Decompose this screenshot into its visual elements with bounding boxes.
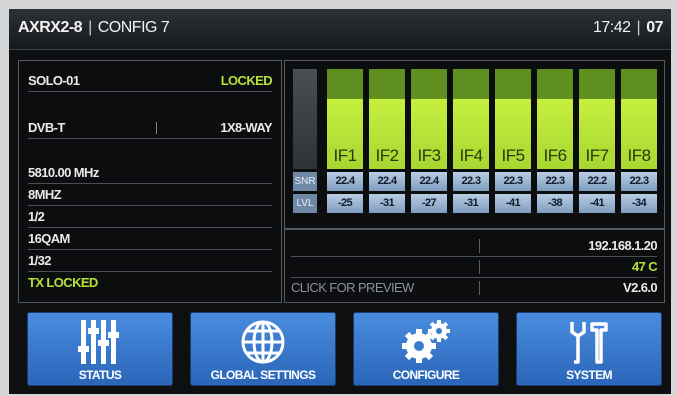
if-meter: IF4 — [453, 69, 489, 169]
header-separator: | — [88, 19, 92, 36]
device-name: AXRX2-8 — [18, 19, 83, 36]
empty-meter — [293, 69, 317, 169]
snr-value: 22.4 — [369, 172, 405, 191]
info-row-guard: 1/32 — [28, 251, 272, 272]
info-row-frequency: 5810.00 MHz — [28, 163, 272, 184]
snr-value: 22.3 — [453, 172, 489, 191]
lvl-value: -38 — [537, 194, 573, 213]
lvl-value: -34 — [621, 194, 657, 213]
device-screen: AXRX2-8 | CONFIG 7 17:42 | 07 SOLO-01 LOCKED… — [9, 9, 671, 394]
divider — [479, 281, 480, 295]
bottom-button-bar: STATUS GLOBAL SETTINGS CONFIGURE SYSTEM — [9, 304, 671, 394]
if-label: IF1 — [333, 146, 357, 165]
bandwidth: 8MHZ — [28, 187, 62, 202]
frequency: 5810.00 MHz — [28, 165, 99, 180]
divider — [479, 260, 480, 274]
if-meter: IF5 — [495, 69, 531, 169]
header-right: 17:42 | 07 — [593, 19, 663, 37]
lvl-row-label: LVL — [293, 194, 317, 213]
lock-status: LOCKED — [220, 73, 273, 88]
info-row-bandwidth: 8MHZ — [28, 185, 272, 206]
tx-status: TX LOCKED — [28, 275, 98, 290]
status-button[interactable]: STATUS — [27, 312, 173, 386]
snr-value: 22.3 — [537, 172, 573, 191]
status-row-ip: 192.168.1.20 — [291, 236, 658, 257]
lvl-value: -31 — [453, 194, 489, 213]
if-meter: IF6 — [537, 69, 573, 169]
globe-icon — [241, 320, 285, 364]
receiver-info-panel: SOLO-01 LOCKED DVB-T 1X8-WAY 5810.00 MHz… — [18, 60, 282, 303]
info-row-tx: TX LOCKED — [28, 273, 272, 293]
if-label: IF5 — [501, 146, 525, 165]
firmware-version: V2.6.0 — [623, 280, 658, 295]
button-label: GLOBAL SETTINGS — [210, 368, 316, 382]
lvl-value: -41 — [495, 194, 531, 213]
if-meter: IF7 — [579, 69, 615, 169]
channel-number: 07 — [646, 19, 663, 36]
header-separator: | — [636, 19, 641, 36]
lvl-value: -41 — [579, 194, 615, 213]
system-button[interactable]: SYSTEM — [516, 312, 662, 386]
snr-value: 22.4 — [411, 172, 447, 191]
mode: 1X8-WAY — [220, 120, 272, 135]
divider — [479, 239, 480, 253]
button-label: STATUS — [78, 368, 122, 382]
snr-row-label: SNR — [293, 172, 317, 191]
if-label: IF8 — [627, 146, 651, 165]
status-row-preview[interactable]: CLICK FOR PREVIEW V2.6.0 — [291, 278, 658, 298]
gears-icon — [402, 320, 450, 363]
lvl-value: -25 — [327, 194, 363, 213]
button-label: CONFIGURE — [392, 368, 460, 382]
if-meter: IF8 — [621, 69, 657, 169]
info-row-modulation: 16QAM — [28, 229, 272, 250]
snr-value: 22.3 — [495, 172, 531, 191]
lvl-value: -27 — [411, 194, 447, 213]
configure-button[interactable]: CONFIGURE — [353, 312, 499, 386]
modulation: 16QAM — [28, 231, 70, 246]
snr-value: 22.4 — [327, 172, 363, 191]
code-rate: 1/2 — [28, 209, 45, 224]
clock: 17:42 — [593, 19, 631, 36]
signal-panel: SNR LVL IF1 22.4 -25 IF2 22.4 -31 IF3 22.4 -27 IF… — [284, 60, 665, 229]
if-meter: IF3 — [411, 69, 447, 169]
snr-value: 22.2 — [579, 172, 615, 191]
preview-link[interactable]: CLICK FOR PREVIEW — [291, 280, 414, 295]
receiver-name: SOLO-01 — [28, 73, 80, 88]
header-left: AXRX2-8 | CONFIG 7 — [18, 19, 170, 37]
global-settings-button[interactable]: GLOBAL SETTINGS — [190, 312, 336, 386]
if-label: IF3 — [417, 146, 441, 165]
snr-value: 22.3 — [621, 172, 657, 191]
status-row-temp: 47 C — [291, 257, 658, 278]
if-label: IF7 — [585, 146, 609, 165]
if-label: IF4 — [459, 146, 483, 165]
config-name: CONFIG 7 — [97, 19, 170, 36]
status-panel: 192.168.1.20 47 C CLICK FOR PREVIEW V2.6… — [284, 229, 665, 303]
temperature: 47 C — [631, 259, 658, 274]
if-meter: IF2 — [369, 69, 405, 169]
guard-interval: 1/32 — [28, 253, 52, 268]
lvl-value: -31 — [369, 194, 405, 213]
header-bar: AXRX2-8 | CONFIG 7 17:42 | 07 — [9, 9, 671, 50]
ip-address: 192.168.1.20 — [588, 238, 657, 253]
sliders-icon — [78, 320, 119, 364]
divider — [156, 122, 157, 134]
info-row-name: SOLO-01 LOCKED — [28, 71, 273, 92]
standard: DVB-T — [28, 120, 65, 135]
if-label: IF2 — [375, 146, 399, 165]
button-label: SYSTEM — [566, 368, 612, 382]
tools-icon — [570, 322, 608, 364]
info-row-code-rate: 1/2 — [28, 207, 272, 228]
if-meter: IF1 — [327, 69, 363, 169]
if-label: IF6 — [543, 146, 567, 165]
info-row-standard: DVB-T 1X8-WAY — [28, 118, 273, 139]
